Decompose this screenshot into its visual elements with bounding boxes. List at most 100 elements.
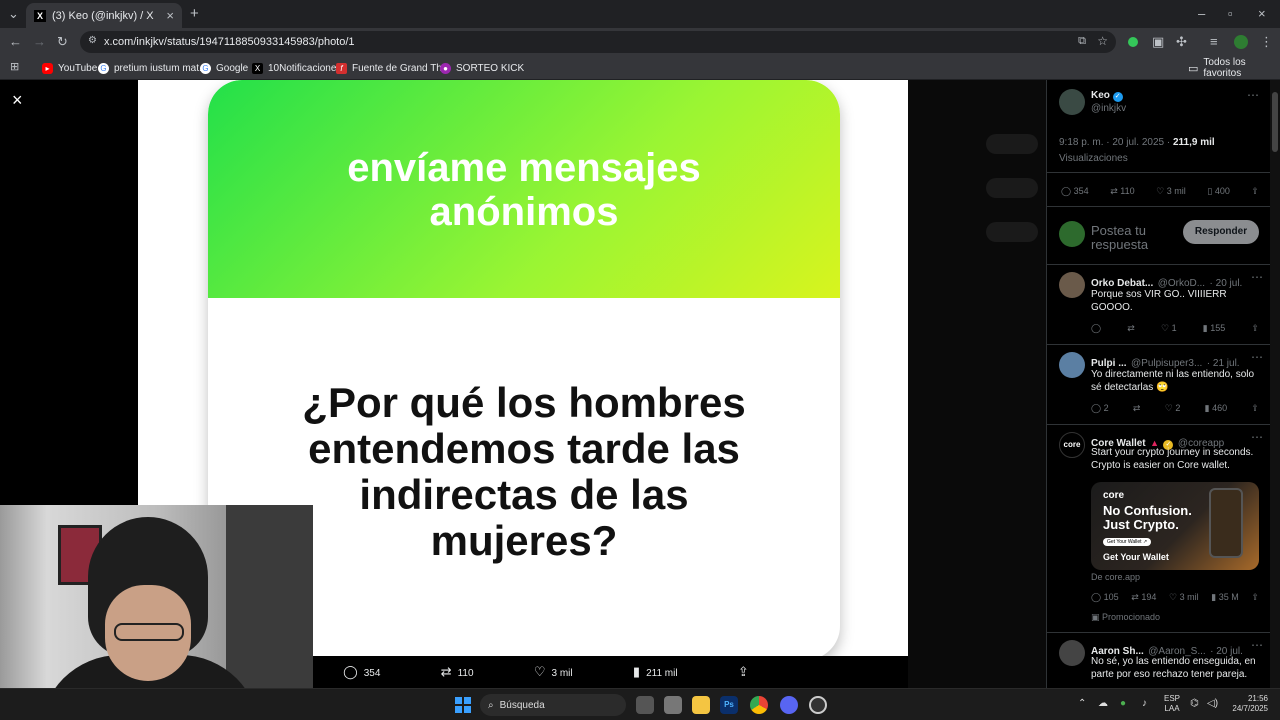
close-photo-icon[interactable]: × — [12, 90, 23, 111]
extension-icon[interactable]: ▣ — [1152, 28, 1164, 56]
ad-source[interactable]: De core.app — [1091, 572, 1140, 582]
new-tab-icon[interactable]: + — [190, 0, 199, 28]
reply-icon: ◯ — [1061, 186, 1072, 196]
retweet-button[interactable]: ⇄ 110 — [1110, 186, 1134, 197]
obs-icon[interactable] — [809, 696, 827, 714]
views-button[interactable]: ▮ 155 — [1203, 323, 1225, 334]
reply-button[interactable]: ◯ 2 — [1091, 403, 1109, 414]
taskbar-search[interactable]: ⌕ Búsqueda — [480, 694, 626, 716]
background-dimmed-area — [908, 80, 1046, 688]
views-chart-icon: ▮ — [632, 664, 641, 679]
panel-scrollbar[interactable] — [1270, 80, 1280, 688]
discord-icon[interactable] — [780, 696, 798, 714]
reply-button[interactable]: ◯ 354 — [1061, 186, 1089, 197]
reply-avatar[interactable] — [1059, 272, 1085, 298]
language-indicator[interactable]: ESP LAA — [1164, 694, 1180, 714]
ad-avatar[interactable]: core — [1059, 432, 1085, 458]
reply-button[interactable]: ◯ 105 — [1091, 592, 1119, 603]
tweet-views-label: Visualizaciones — [1059, 153, 1128, 164]
windows-start-icon[interactable] — [455, 697, 471, 713]
author-handle[interactable]: @inkjkv — [1091, 103, 1126, 114]
reply-text: Porque sos VIR GO.. VIIIIERR GOOOO. — [1091, 289, 1227, 313]
divider — [1047, 632, 1270, 633]
photo-reply-button[interactable]: ◯ 354 — [343, 664, 380, 680]
install-icon[interactable]: ⧉ — [1078, 35, 1086, 48]
bookmark-button[interactable]: ▯ 400 — [1207, 186, 1230, 197]
share-button[interactable]: ⇪ — [1251, 186, 1259, 197]
more-options-icon[interactable]: ⋯ — [1247, 88, 1259, 102]
menu-icon[interactable]: ⋮ — [1260, 28, 1273, 56]
reply-input[interactable]: Postea tu respuesta — [1091, 224, 1148, 252]
share-icon[interactable]: ⇪ — [1251, 403, 1259, 414]
reply-avatar[interactable] — [1059, 352, 1085, 378]
volume-icon[interactable]: ◁) — [1207, 698, 1218, 709]
site-info-icon[interactable]: ⚙ — [88, 35, 97, 46]
reply-avatar[interactable] — [1059, 640, 1085, 666]
reply-text: Yo directamente ni las entiendo, solo sé… — [1091, 369, 1255, 393]
bookmark-pretium[interactable]: G pretium iustum mat... — [98, 60, 207, 76]
reply-submit-button[interactable]: Responder — [1183, 220, 1259, 244]
file-explorer-icon[interactable] — [692, 696, 710, 714]
microphone-icon[interactable]: ♪ — [1142, 698, 1147, 709]
author-name-row[interactable]: Keo ✓ — [1091, 90, 1123, 102]
photo-views-button[interactable]: ▮ 211 mil — [633, 664, 678, 680]
more-options-icon[interactable]: ⋯ — [1251, 270, 1263, 284]
views-button[interactable]: ▮ 35 M — [1211, 592, 1238, 603]
chrome-icon[interactable] — [750, 696, 768, 714]
panel-scrollbar-thumb[interactable] — [1272, 92, 1278, 152]
apps-grid-icon[interactable]: ⊞ — [10, 53, 19, 81]
network-icon[interactable]: ⌬ — [1190, 698, 1199, 709]
task-view-icon[interactable] — [636, 696, 654, 714]
clock[interactable]: 21:56 24/7/2025 — [1228, 694, 1268, 714]
extension-green-icon[interactable] — [1128, 37, 1138, 47]
bookmark-sorteo[interactable]: ● SORTEO KICK — [440, 60, 524, 76]
reload-icon[interactable]: ↻ — [57, 28, 68, 56]
extensions-puzzle-icon[interactable]: ✣ — [1176, 28, 1187, 56]
tray-chevron-icon[interactable]: ⌃ — [1078, 698, 1086, 709]
more-options-icon[interactable]: ⋯ — [1251, 430, 1263, 444]
more-options-icon[interactable]: ⋯ — [1251, 350, 1263, 364]
like-button[interactable]: ♡ 2 — [1165, 403, 1181, 414]
views-button[interactable]: ▮ 460 — [1205, 403, 1227, 414]
tab-close-icon[interactable]: × — [166, 8, 174, 23]
tab-search-icon[interactable]: ⌄ — [8, 0, 19, 28]
ad-card-image[interactable]: core No Confusion. Just Crypto. Get Your… — [1091, 482, 1259, 570]
profile-avatar[interactable] — [1234, 35, 1248, 49]
bookmark-fuente[interactable]: f Fuente de Grand Th... — [336, 60, 450, 76]
photo-like-button[interactable]: ♡ 3 mil — [534, 664, 573, 680]
photo-retweet-button[interactable]: ⇄ 110 — [441, 664, 474, 680]
retweet-icon[interactable]: ⇄ — [1127, 323, 1135, 334]
like-button[interactable]: ♡ 3 mil — [1169, 592, 1199, 603]
onedrive-icon[interactable]: ☁ — [1098, 698, 1108, 709]
all-favorites-folder[interactable]: ▭ Todos los favoritos — [1188, 57, 1280, 79]
tray-app-icon[interactable]: ● — [1120, 698, 1126, 709]
divider — [1047, 424, 1270, 425]
reply-icon[interactable]: ◯ — [1091, 323, 1101, 334]
photo-share-button[interactable]: ⇪ — [738, 664, 755, 680]
retweet-button[interactable]: ⇄ 194 — [1131, 592, 1156, 603]
bookmark-notifications[interactable]: X 10Notificaciones — [252, 60, 341, 76]
app-icon[interactable] — [664, 696, 682, 714]
forward-icon[interactable]: → — [33, 28, 46, 56]
author-avatar[interactable] — [1059, 89, 1085, 115]
card-header-text: envíame mensajes anónimos — [347, 146, 701, 234]
minimize-icon[interactable]: – — [1198, 0, 1205, 28]
reading-list-icon[interactable]: ≡ — [1210, 28, 1218, 56]
share-icon[interactable]: ⇪ — [1251, 592, 1259, 603]
photoshop-icon[interactable]: Ps — [720, 696, 738, 714]
back-icon[interactable]: ← — [9, 28, 22, 56]
share-icon[interactable]: ⇪ — [1251, 323, 1259, 334]
bookmark-star-icon[interactable]: ☆ — [1097, 34, 1108, 48]
bookmark-google[interactable]: G Google — [200, 60, 248, 76]
browser-tab[interactable]: X (3) Keo (@inkjkv) / X × — [26, 3, 182, 28]
retweet-icon[interactable]: ⇄ — [1133, 403, 1141, 414]
maximize-icon[interactable]: ▫ — [1228, 0, 1233, 28]
more-options-icon[interactable]: ⋯ — [1251, 638, 1263, 652]
like-button[interactable]: ♡ 1 — [1161, 323, 1177, 334]
close-window-icon[interactable]: × — [1258, 0, 1266, 28]
bookmark-youtube[interactable]: ▸ YouTube — [42, 60, 97, 76]
promoted-label: ▣ Promocionado — [1091, 612, 1161, 622]
retweet-icon: ⇄ — [440, 664, 452, 679]
like-button[interactable]: ♡ 3 mil — [1156, 186, 1186, 197]
address-bar[interactable]: ⚙ x.com/inkjkv/status/194711885093314598… — [80, 31, 1116, 53]
